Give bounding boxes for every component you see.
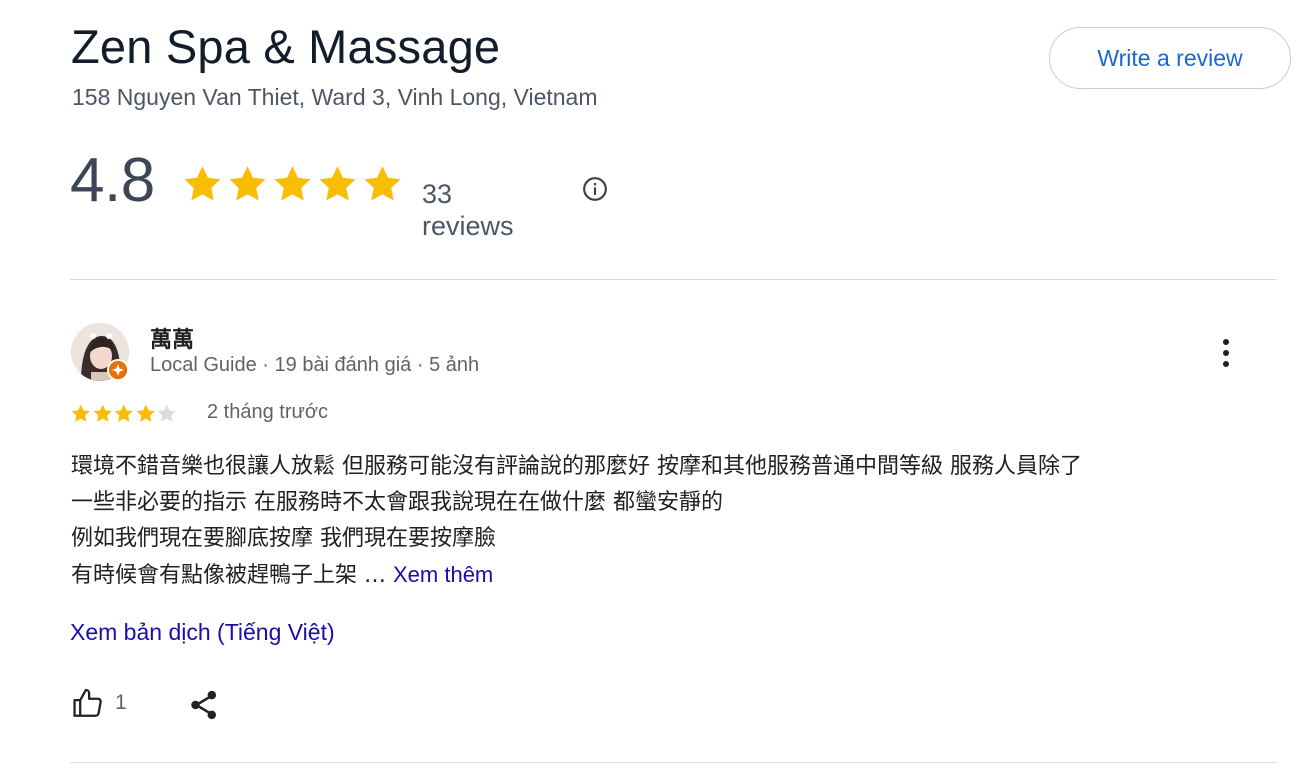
average-rating: 4.8 [70, 146, 155, 215]
star-icon [136, 404, 155, 422]
star-icon [184, 166, 221, 201]
place-address: 158 Nguyen Van Thiet, Ward 3, Vinh Long,… [72, 84, 598, 110]
review-text-line: 一些非必要的指示 在服務時不太會跟我說現在在做什麼 都蠻安靜的 [71, 490, 723, 515]
star-icon [274, 166, 311, 201]
review-text-line-last: 有時候會有點像被趕鴨子上架 … Xem thêm [71, 557, 1251, 594]
thumbs-up-icon [73, 688, 102, 717]
star-icon [114, 404, 133, 422]
like-count: 1 [115, 691, 127, 714]
local-guide-badge-icon [107, 359, 129, 381]
share-icon[interactable] [187, 688, 221, 722]
review-text-line: 有時候會有點像被趕鴨子上架 … [71, 563, 386, 588]
review-time: 2 tháng trước [207, 401, 329, 423]
more-vert-icon[interactable] [1213, 336, 1239, 370]
review-text-line: 例如我們現在要腳底按摩 我們現在要按摩臉 [71, 526, 496, 551]
translate-link[interactable]: Xem bản dịch (Tiếng Việt) [70, 619, 335, 646]
review-count: 33 reviews [422, 179, 514, 241]
average-rating-stars [180, 163, 405, 205]
star-icon [364, 166, 401, 201]
star-icon [319, 166, 356, 201]
write-review-button[interactable]: Write a review [1049, 27, 1291, 89]
review-stars [70, 403, 178, 424]
place-title: Zen Spa & Massage [71, 20, 501, 73]
star-icon [229, 166, 266, 201]
review-text-line: 環境不錯音樂也很讓人放鬆 但服務可能沒有評論說的那麼好 按摩和其他服務普通中間等… [71, 454, 1082, 479]
like-button[interactable]: 1 [71, 686, 127, 720]
info-icon[interactable] [582, 176, 608, 202]
star-empty-icon [157, 404, 176, 422]
divider [70, 762, 1277, 763]
divider [70, 279, 1277, 280]
star-icon [93, 404, 112, 422]
reviewer-name[interactable]: 萬萬 [150, 322, 194, 354]
star-icon [71, 404, 90, 422]
reviewer-meta: Local Guide · 19 bài đánh giá · 5 ảnh [150, 354, 480, 376]
review-body: 環境不錯音樂也很讓人放鬆 但服務可能沒有評論說的那麼好 按摩和其他服務普通中間等… [71, 449, 1251, 594]
read-more-link[interactable]: Xem thêm [393, 562, 493, 587]
